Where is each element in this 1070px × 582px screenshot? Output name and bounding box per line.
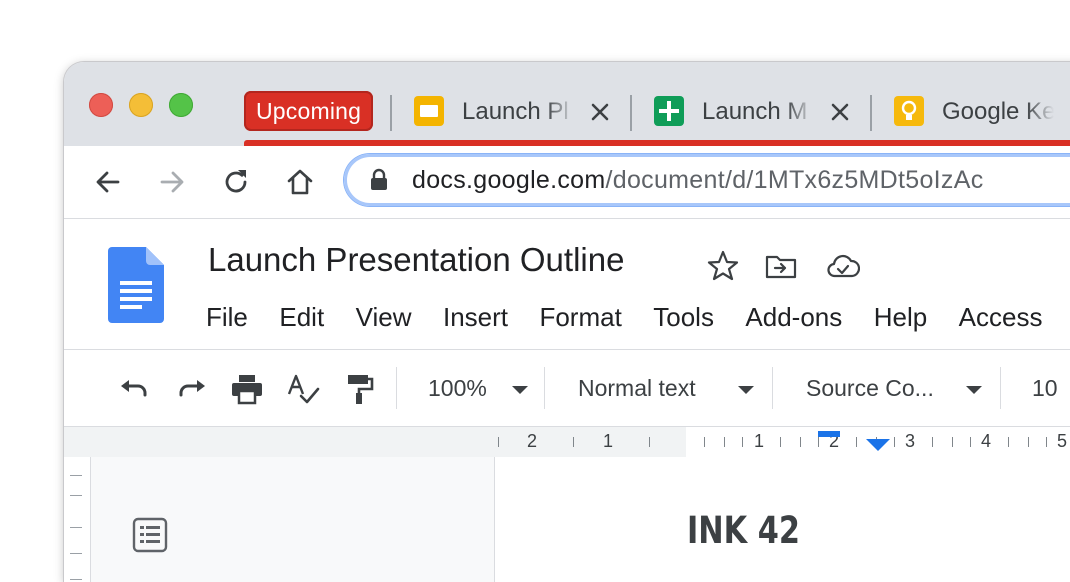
toolbar-divider (544, 367, 545, 409)
ruler-tick (1046, 437, 1047, 447)
menu-accessibility[interactable]: Access (959, 299, 1043, 335)
minimize-window-button[interactable] (129, 93, 153, 117)
browser-window: Upcoming Launch Pl Launch M Google Ke do… (64, 62, 1070, 582)
menu-edit[interactable]: Edit (279, 299, 324, 335)
tab-group-chip[interactable]: Upcoming (244, 91, 374, 131)
style-dropdown-icon[interactable] (738, 386, 754, 394)
ruler-tick (894, 437, 895, 447)
left-indent-marker-icon[interactable] (864, 437, 892, 457)
tab-separator (390, 95, 392, 131)
toolbar-divider (1000, 367, 1001, 409)
font-dropdown-icon[interactable] (966, 386, 982, 394)
paint-format-icon[interactable] (342, 372, 376, 406)
reload-button[interactable] (220, 166, 252, 198)
ruler-tick (932, 437, 933, 447)
zoom-select[interactable]: 100% (428, 350, 487, 426)
url-path: /document/d/1MTx6z5MDt5oIzAc (605, 166, 984, 194)
move-folder-icon[interactable] (764, 249, 798, 283)
url-host: docs.google.com (412, 166, 606, 194)
vertical-ruler[interactable] (64, 457, 91, 582)
zoom-window-button[interactable] (169, 93, 193, 117)
document-page[interactable]: INK 42 (494, 457, 1070, 582)
ruler-tick (649, 437, 650, 447)
editing-toolbar: 100% Normal text Source Co... 10 (64, 350, 1070, 426)
menu-tools[interactable]: Tools (653, 299, 714, 335)
ruler-number: 1 (603, 431, 614, 451)
ruler-tick (573, 437, 574, 447)
menu-format[interactable]: Format (539, 299, 621, 335)
menu-view[interactable]: View (356, 299, 412, 335)
ruler-tick (800, 437, 801, 447)
ruler-number: 4 (981, 431, 992, 451)
menu-bar: File Edit View Insert Format Tools Add-o… (206, 299, 1069, 335)
tab-separator (630, 95, 632, 131)
ruler-number: 5 (1057, 431, 1068, 451)
ruler-number: 2 (527, 431, 538, 451)
vertical-ruler-tick (70, 553, 82, 554)
close-tab-icon[interactable] (828, 100, 852, 124)
document-heading[interactable]: INK 42 (687, 509, 800, 552)
close-window-button[interactable] (89, 93, 113, 117)
menu-help[interactable]: Help (874, 299, 927, 335)
forward-button[interactable] (156, 166, 188, 198)
vertical-ruler-tick (70, 495, 82, 496)
vertical-ruler-tick (70, 579, 82, 580)
tab-launch-plan[interactable]: Launch Pl (414, 90, 614, 134)
tab-title: Google Ke (942, 98, 1054, 125)
ruler-tick (704, 437, 705, 447)
ruler-tick (742, 437, 743, 447)
tab-launch-metrics[interactable]: Launch M (654, 90, 854, 134)
document-outline-icon[interactable] (132, 517, 168, 553)
menu-insert[interactable]: Insert (443, 299, 508, 335)
menu-add-ons[interactable]: Add-ons (745, 299, 842, 335)
google-sheets-icon (654, 96, 684, 126)
ruler-tick (1028, 437, 1029, 447)
back-button[interactable] (92, 166, 124, 198)
font-size-input[interactable]: 10 (1032, 350, 1058, 426)
document-title[interactable]: Launch Presentation Outline (208, 241, 624, 279)
lock-icon (371, 168, 387, 190)
tab-title: Launch M (702, 98, 808, 125)
vertical-ruler-tick (70, 475, 82, 476)
horizontal-ruler[interactable]: 2 1 1 2 3 4 5 (64, 426, 1070, 458)
url-text: docs.google.com/document/d/1MTx6z5MDt5oI… (412, 154, 984, 206)
print-icon[interactable] (230, 372, 264, 406)
ruler-tick (1008, 437, 1009, 447)
zoom-dropdown-icon[interactable] (512, 386, 528, 394)
document-canvas: INK 42 (64, 457, 1070, 582)
redo-icon[interactable] (174, 372, 208, 406)
google-docs-logo-icon[interactable] (108, 247, 164, 323)
ruler-tick (780, 437, 781, 447)
docs-header: Launch Presentation Outline File Edit Vi… (64, 219, 1070, 350)
font-family-select[interactable]: Source Co... (806, 350, 934, 426)
undo-icon[interactable] (118, 372, 152, 406)
google-slides-icon (414, 96, 444, 126)
first-line-indent-marker-icon[interactable] (816, 429, 844, 457)
ruler-tick (952, 437, 953, 447)
navigation-bar: docs.google.com/document/d/1MTx6z5MDt5oI… (64, 146, 1070, 219)
tab-title: Launch Pl (462, 98, 569, 125)
tab-separator (870, 95, 872, 131)
ruler-tick (498, 437, 499, 447)
ruler-tick (970, 437, 971, 447)
menu-file[interactable]: File (206, 299, 248, 335)
google-keep-icon (894, 96, 924, 126)
star-icon[interactable] (706, 249, 740, 283)
ruler-number: 3 (905, 431, 916, 451)
address-bar[interactable]: docs.google.com/document/d/1MTx6z5MDt5oI… (344, 154, 1070, 206)
ruler-tick (856, 437, 857, 447)
tab-google-keep[interactable]: Google Ke (894, 90, 1070, 134)
toolbar-divider (772, 367, 773, 409)
toolbar-divider (396, 367, 397, 409)
paragraph-style-select[interactable]: Normal text (578, 350, 696, 426)
spellcheck-icon[interactable] (286, 372, 320, 406)
vertical-ruler-tick (70, 527, 82, 528)
tab-strip: Upcoming Launch Pl Launch M Google Ke (64, 62, 1070, 146)
close-tab-icon[interactable] (588, 100, 612, 124)
ruler-tick (724, 437, 725, 447)
cloud-saved-icon[interactable] (826, 249, 860, 283)
ruler-number: 1 (754, 431, 765, 451)
home-button[interactable] (284, 166, 316, 198)
